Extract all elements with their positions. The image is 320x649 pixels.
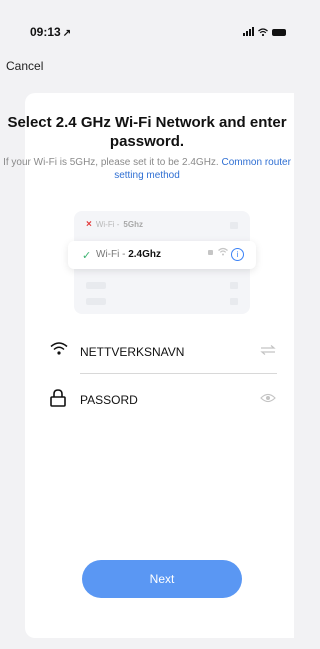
- battery-icon: [272, 29, 286, 36]
- placeholder-bar: [86, 298, 106, 305]
- wifi-hint: If your Wi-Fi is 5GHz, please set it to …: [0, 156, 294, 182]
- eye-icon[interactable]: [260, 393, 276, 403]
- hint-text: If your Wi-Fi is 5GHz, please set it to …: [3, 157, 219, 168]
- placeholder-bar: [86, 282, 106, 289]
- password-value: PASSORD: [80, 393, 138, 407]
- wifi-24ghz-text: Wi-Fi - 2.4Ghz: [96, 249, 161, 260]
- wifi-small-icon: [218, 247, 228, 256]
- lock-icon: [50, 389, 66, 407]
- swap-icon[interactable]: [260, 345, 276, 355]
- status-time-text: 09:13: [30, 25, 61, 39]
- placeholder-square: [230, 298, 238, 305]
- wifi-5ghz-label: 5Ghz: [123, 220, 143, 229]
- page-title: Select 2.4 GHz Wi-Fi Network and enter p…: [7, 114, 287, 150]
- status-bar: 09:13 ↗: [0, 0, 294, 40]
- network-name-field[interactable]: NETTVERKSNAVN: [50, 341, 276, 363]
- wifi-band-diagram: × Wi-Fi - 5Ghz ✓ Wi-Fi - 2.4Ghz i: [68, 211, 256, 314]
- wifi-24ghz-row: ✓ Wi-Fi - 2.4Ghz i: [68, 241, 256, 269]
- x-icon: ×: [86, 219, 92, 230]
- cancel-button[interactable]: Cancel: [6, 59, 43, 73]
- signal-icon: [243, 27, 254, 36]
- wifi-icon: [50, 342, 68, 355]
- wifi-5ghz-prefix: Wi-Fi -: [95, 220, 120, 229]
- wifi-5ghz-row: × Wi-Fi - 5Ghz: [86, 219, 143, 230]
- wifi-status-icon: [258, 28, 268, 36]
- info-icon[interactable]: i: [231, 248, 244, 261]
- network-name-value: NETTVERKSNAVN: [80, 345, 185, 359]
- wifi-24ghz-label: 2.4Ghz: [128, 249, 162, 260]
- placeholder-square: [230, 222, 238, 229]
- status-time: 09:13 ↗: [30, 25, 71, 39]
- check-icon: ✓: [82, 250, 92, 262]
- wifi-24ghz-prefix: Wi-Fi -: [96, 249, 129, 260]
- status-icons: [243, 27, 286, 36]
- next-button[interactable]: Next: [82, 560, 242, 598]
- placeholder-square: [230, 282, 238, 289]
- password-field[interactable]: PASSORD: [50, 389, 276, 411]
- field-divider: [80, 373, 277, 374]
- location-arrow-icon: ↗: [62, 28, 72, 39]
- lock-small-icon: [208, 250, 213, 255]
